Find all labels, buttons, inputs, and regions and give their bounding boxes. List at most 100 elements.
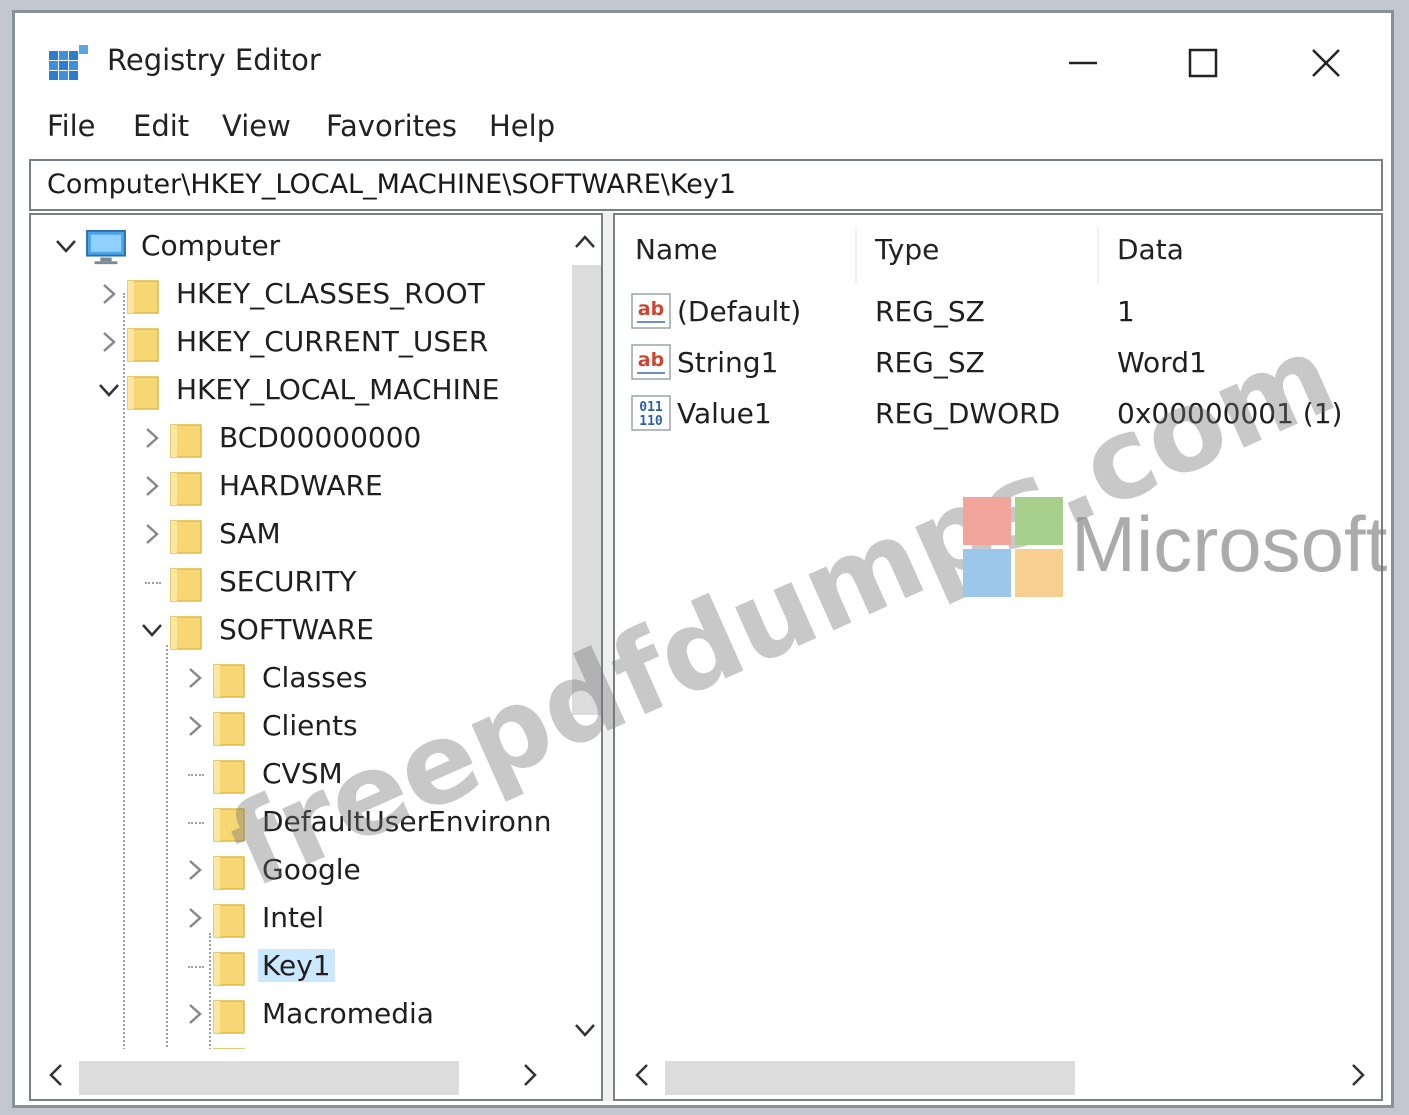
value-type: REG_SZ (875, 346, 985, 379)
tree-item[interactable]: HKEY_CLASSES_ROOT (31, 271, 561, 317)
tree-item[interactable]: Google (31, 847, 561, 893)
minimize-button[interactable] (1048, 35, 1118, 91)
maximize-button[interactable] (1168, 35, 1238, 91)
tree-item[interactable]: Computer (31, 223, 561, 269)
svg-text:110: 110 (639, 414, 663, 429)
folder-icon (170, 568, 202, 602)
value-row[interactable]: ab (Default) REG_SZ 1 (615, 287, 1381, 335)
tree-item[interactable]: HKEY_CURRENT_USER (31, 319, 561, 365)
value-data: Word1 (1117, 346, 1207, 379)
value-name: (Default) (677, 295, 802, 328)
chevron-right-icon[interactable] (184, 1001, 206, 1027)
value-data: 0x00000001 (1) (1117, 397, 1343, 430)
tree-item[interactable]: CVSM (31, 751, 561, 797)
pane-splitter[interactable] (603, 213, 613, 1101)
scroll-down-icon[interactable] (574, 1023, 596, 1039)
tree-item[interactable]: Classes (31, 655, 561, 701)
chevron-right-icon[interactable] (141, 425, 163, 451)
close-icon (1312, 49, 1340, 77)
string-value-icon: ab (631, 344, 671, 380)
menu-view[interactable]: View (222, 109, 291, 143)
key-tree-pane[interactable]: Computer HKEY_CLASSES_ROOT HKEY_CURRENT_US… (29, 213, 603, 1101)
menu-file[interactable]: File (47, 109, 96, 143)
value-row[interactable]: ab String1 REG_SZ Word1 (615, 338, 1381, 386)
tree-item[interactable]: Key1 (31, 943, 561, 989)
tree-horizontal-scrollbar[interactable] (31, 1049, 601, 1099)
tree-item-label: Computer (141, 229, 281, 262)
chevron-right-icon[interactable] (98, 281, 120, 307)
address-path: Computer\HKEY_LOCAL_MACHINE\SOFTWARE\Key… (47, 169, 737, 200)
chevron-right-icon[interactable] (98, 329, 120, 355)
tree-item[interactable]: DefaultUserEnvironn (31, 799, 561, 845)
tree-item[interactable]: HKEY_LOCAL_MACHINE (31, 367, 561, 413)
column-header-type[interactable]: Type (875, 233, 939, 266)
tree-item-label: Classes (262, 661, 368, 694)
value-name: String1 (677, 346, 779, 379)
menu-edit[interactable]: Edit (133, 109, 189, 143)
tree-guide-line (188, 966, 204, 968)
chevron-down-icon[interactable] (98, 377, 120, 403)
tree-item[interactable]: SOFTWARE (31, 607, 561, 653)
tree-guide-line (123, 293, 125, 1073)
tree-item-label: SECURITY (219, 565, 357, 598)
maximize-icon (1188, 48, 1218, 78)
tree-item-label: HARDWARE (219, 469, 383, 502)
chevron-right-icon[interactable] (184, 857, 206, 883)
tree-item[interactable]: SAM (31, 511, 561, 557)
column-header-name[interactable]: Name (635, 233, 718, 266)
tree-item[interactable]: Clients (31, 703, 561, 749)
value-data: 1 (1117, 295, 1135, 328)
tree-item[interactable]: Macromedia (31, 991, 561, 1037)
chevron-right-icon[interactable] (184, 905, 206, 931)
folder-icon (170, 472, 202, 506)
tree-item-label: HKEY_CURRENT_USER (176, 325, 489, 358)
menu-bar: File Edit View Favorites Help (15, 109, 1391, 155)
tree-item[interactable]: BCD00000000 (31, 415, 561, 461)
svg-text:ab: ab (638, 349, 664, 371)
value-type: REG_DWORD (875, 397, 1061, 430)
menu-help[interactable]: Help (489, 109, 555, 143)
folder-icon (213, 952, 245, 986)
tree-guide-line (188, 822, 204, 824)
column-header-data[interactable]: Data (1117, 233, 1184, 266)
chevron-down-icon[interactable] (55, 233, 77, 259)
title-bar[interactable]: Registry Editor (15, 13, 1391, 105)
scroll-right-icon[interactable] (1351, 1063, 1367, 1087)
scroll-left-icon[interactable] (47, 1063, 63, 1087)
tree-item-label: DefaultUserEnvironn (262, 805, 552, 838)
tree-item[interactable]: Intel (31, 895, 561, 941)
tree-vertical-scrollbar[interactable] (566, 215, 601, 1045)
tree-item[interactable]: SECURITY (31, 559, 561, 605)
address-bar[interactable]: Computer\HKEY_LOCAL_MACHINE\SOFTWARE\Key… (29, 159, 1383, 211)
chevron-right-icon[interactable] (141, 473, 163, 499)
close-button[interactable] (1291, 35, 1361, 91)
chevron-down-icon[interactable] (141, 617, 163, 643)
folder-icon (170, 424, 202, 458)
scroll-up-icon[interactable] (574, 233, 596, 249)
menu-favorites[interactable]: Favorites (326, 109, 457, 143)
chevron-right-icon[interactable] (184, 665, 206, 691)
tree-vertical-scroll-thumb[interactable] (572, 265, 601, 715)
scroll-left-icon[interactable] (633, 1063, 649, 1087)
tree-item-label: Google (262, 853, 361, 886)
tree-item-label: HKEY_CLASSES_ROOT (176, 277, 485, 310)
values-horizontal-scroll-thumb[interactable] (665, 1061, 1075, 1095)
scroll-right-icon[interactable] (523, 1063, 539, 1087)
value-row[interactable]: 011 110 Value1 REG_DWORD 0x00000001 (1) (615, 389, 1381, 437)
folder-icon (127, 376, 159, 410)
column-divider[interactable] (855, 227, 857, 283)
registry-editor-icon (49, 45, 88, 80)
values-horizontal-scrollbar[interactable] (615, 1049, 1381, 1099)
chevron-right-icon[interactable] (141, 521, 163, 547)
value-name: Value1 (677, 397, 772, 430)
tree-item-label: HKEY_LOCAL_MACHINE (176, 373, 500, 406)
chevron-right-icon[interactable] (184, 713, 206, 739)
string-value-icon: ab (631, 293, 671, 329)
binary-value-icon: 011110 (631, 395, 671, 431)
tree-item-label: CVSM (262, 757, 343, 790)
column-divider[interactable] (1097, 227, 1099, 283)
tree-item[interactable]: HARDWARE (31, 463, 561, 509)
values-list-pane[interactable]: Name Type Data ab (Default) REG_SZ 1 ab Strin… (613, 213, 1383, 1101)
tree-horizontal-scroll-thumb[interactable] (79, 1061, 459, 1095)
folder-icon (213, 712, 245, 746)
